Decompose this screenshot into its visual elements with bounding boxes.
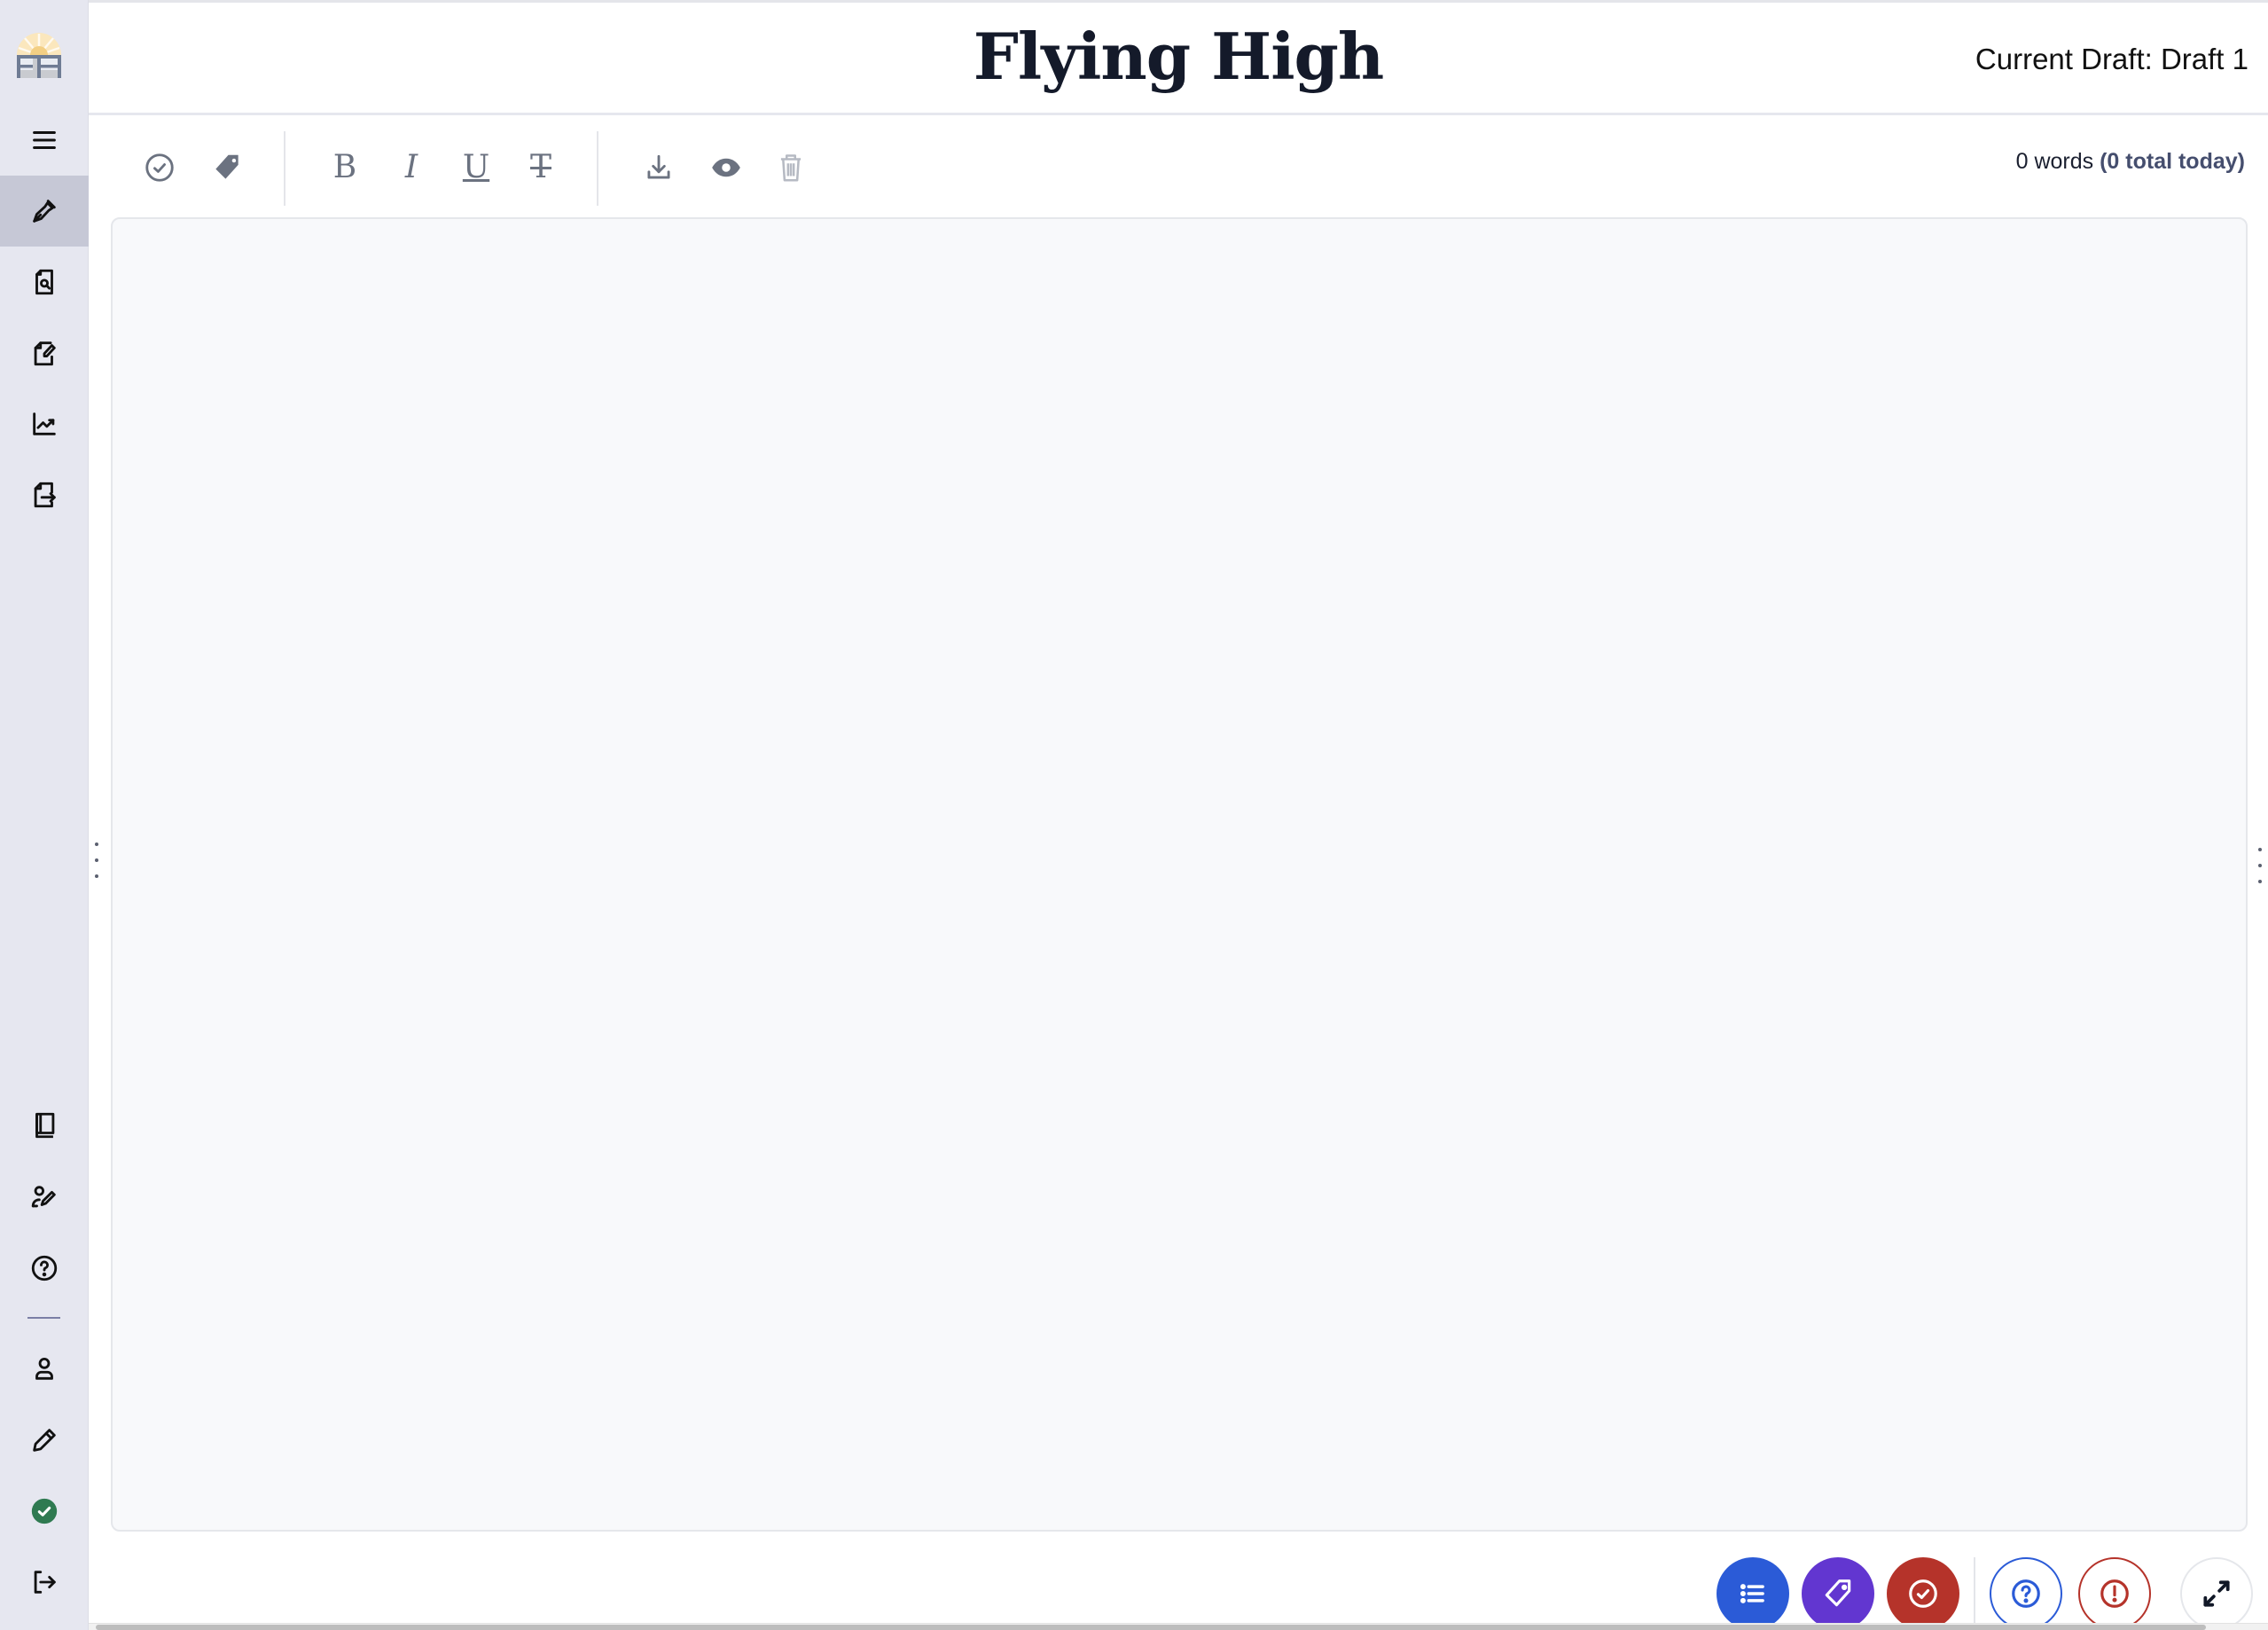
total-today-value: (0 total today) (2100, 149, 2245, 174)
horizontal-scrollbar-thumb[interactable] (96, 1625, 2206, 1630)
sidebar-item-profile[interactable] (0, 1333, 89, 1404)
tags-button[interactable] (1802, 1557, 1874, 1630)
help-circle-icon (31, 1255, 58, 1281)
checks-button[interactable] (1887, 1557, 1959, 1630)
left-resize-handle[interactable] (90, 842, 103, 878)
underline-button[interactable]: U (454, 145, 498, 190)
chart-line-icon (33, 412, 56, 435)
clear-format-icon: T (529, 149, 551, 185)
hamburger-icon (33, 130, 56, 150)
header: Flying High Current Draft: Draft 1 (89, 0, 2268, 115)
check-circle-green-icon (31, 1498, 58, 1524)
user-icon (35, 1357, 53, 1380)
pen-nib-icon (33, 200, 56, 223)
tag-button[interactable] (205, 145, 249, 190)
help-button[interactable] (1990, 1557, 2062, 1630)
current-draft-label[interactable]: Current Draft: Draft 1 (1975, 43, 2248, 76)
bold-button[interactable]: B (323, 145, 367, 190)
alert-circle-icon (2100, 1579, 2129, 1608)
handle-dot (95, 842, 98, 846)
alerts-button[interactable] (2078, 1557, 2151, 1630)
fullscreen-button[interactable] (2180, 1557, 2253, 1630)
editor-toolbar: B I U T 0 words (0 total today) (89, 115, 2268, 213)
page-title: Flying High (973, 19, 1384, 94)
download-button[interactable] (637, 145, 681, 190)
check-button[interactable] (137, 145, 182, 190)
sidebar-item-stats[interactable] (0, 388, 89, 459)
outline-button[interactable] (1717, 1557, 1789, 1630)
word-count: 0 words (0 total today) (2016, 149, 2245, 175)
delete-button[interactable] (769, 145, 813, 190)
sidebar-saved-status[interactable] (0, 1476, 89, 1547)
sidebar-item-guide[interactable] (0, 1090, 89, 1161)
handle-dot (95, 874, 98, 878)
tag-icon (215, 154, 239, 179)
sidebar-item-logout[interactable] (0, 1547, 89, 1618)
trash-icon (780, 154, 802, 182)
right-resize-handle[interactable] (2254, 848, 2266, 883)
bold-icon: B (332, 149, 357, 185)
check-circle-icon (145, 153, 174, 182)
download-icon (647, 154, 670, 179)
book-icon (35, 1112, 55, 1139)
preview-button[interactable] (704, 145, 748, 190)
editor-textarea[interactable] (111, 217, 2248, 1532)
file-export-icon (34, 482, 56, 508)
app-root: Flying High Current Draft: Draft 1 B I U… (0, 0, 2268, 1630)
logout-icon (34, 1571, 56, 1594)
sidebar-item-write[interactable] (0, 176, 89, 247)
sidebar-item-pencil[interactable] (0, 1405, 89, 1476)
sidebar-item-review[interactable] (0, 247, 89, 317)
sidebar-divider (27, 1317, 60, 1319)
word-count-value: 0 words (2015, 149, 2094, 174)
sidebar-item-export[interactable] (0, 459, 89, 530)
file-search-icon (35, 269, 53, 295)
check-circle-icon (1909, 1579, 1937, 1608)
app-logo-icon[interactable] (12, 28, 66, 80)
clear-format-button[interactable]: T (519, 145, 563, 190)
sidebar-item-coach[interactable] (0, 1162, 89, 1233)
underline-icon: U (462, 149, 490, 185)
file-edit-icon (34, 341, 56, 366)
sidebar-menu-button[interactable] (0, 105, 89, 176)
italic-button[interactable]: I (389, 145, 434, 190)
tag-icon (1825, 1579, 1851, 1607)
sidebar-item-help[interactable] (0, 1233, 89, 1304)
expand-icon (2203, 1580, 2230, 1607)
handle-dot (2258, 880, 2262, 883)
italic-icon: I (404, 149, 418, 185)
eye-icon (712, 158, 740, 177)
help-circle-icon (2012, 1579, 2040, 1608)
toolbar-separator (284, 131, 285, 206)
toolbar-separator (597, 131, 598, 206)
handle-dot (95, 858, 98, 862)
handle-dot (2258, 848, 2262, 851)
pencil-icon (33, 1429, 56, 1452)
handle-dot (2258, 864, 2262, 867)
list-icon (1740, 1584, 1764, 1603)
action-separator (1974, 1557, 1975, 1630)
sidebar-item-edit[interactable] (0, 317, 89, 388)
sidebar (0, 0, 89, 1630)
user-pen-icon (31, 1186, 56, 1208)
